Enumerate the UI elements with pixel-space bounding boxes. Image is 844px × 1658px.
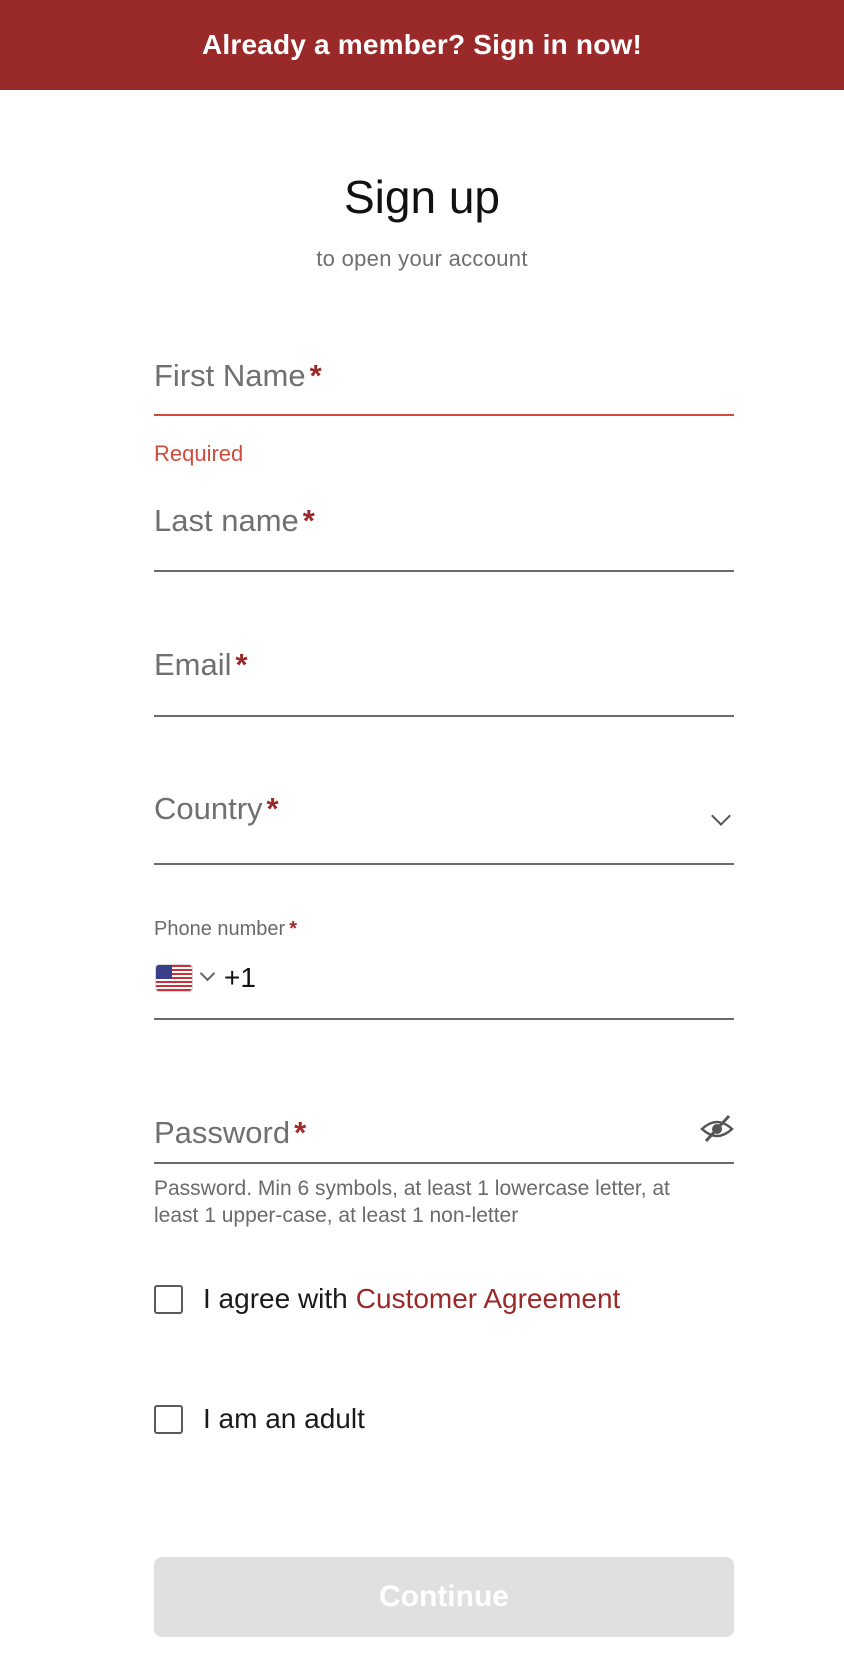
first-name-error: Required: [154, 441, 244, 466]
adult-text: I am an adult: [203, 1403, 365, 1434]
last-name-field[interactable]: Last name *: [154, 503, 734, 572]
password-field[interactable]: Password *: [154, 1113, 734, 1165]
required-mark: *: [302, 503, 315, 538]
first-name-label: First Name *: [154, 358, 322, 393]
eye-off-icon[interactable]: [700, 1113, 734, 1143]
agreement-text: I agree with: [203, 1283, 348, 1314]
required-mark: *: [289, 918, 297, 940]
sign-in-banner[interactable]: Already a member? Sign in now!: [0, 0, 844, 90]
required-mark: *: [266, 791, 279, 826]
email-underline: [154, 715, 734, 717]
email-field[interactable]: Email *: [154, 647, 734, 717]
password-hint: Password. Min 6 symbols, at least 1 lowe…: [154, 1177, 670, 1227]
first-name-underline: [154, 414, 734, 416]
last-name-underline: [154, 570, 734, 572]
us-flag-icon[interactable]: [156, 965, 192, 991]
agreement-row: I agree with Customer Agreement: [154, 1283, 620, 1315]
agreement-checkbox[interactable]: [154, 1284, 183, 1314]
adult-checkbox[interactable]: [154, 1404, 183, 1434]
sign-in-banner-text[interactable]: Already a member? Sign in now!: [202, 29, 642, 61]
page-subtitle: to open your account: [316, 246, 528, 271]
country-select[interactable]: Country *: [154, 791, 734, 866]
email-label: Email *: [154, 647, 248, 682]
customer-agreement-link[interactable]: Customer Agreement: [356, 1283, 621, 1315]
flag-canton: [156, 965, 172, 979]
country-underline: [154, 863, 734, 865]
phone-label: Phone number *: [154, 918, 297, 940]
required-mark: *: [294, 1115, 307, 1150]
required-mark: *: [235, 647, 248, 682]
phone-field[interactable]: Phone number * +1: [154, 918, 734, 1022]
phone-underline: [154, 1018, 734, 1020]
last-name-label: Last name *: [154, 503, 315, 538]
country-label: Country *: [154, 791, 279, 826]
continue-button[interactable]: Continue: [154, 1557, 734, 1637]
required-mark: *: [309, 358, 322, 393]
page-title: Sign up: [343, 171, 500, 223]
phone-code[interactable]: +1: [224, 962, 256, 994]
chevron-down-icon[interactable]: [711, 806, 731, 826]
password-label: Password *: [154, 1115, 307, 1150]
first-name-field[interactable]: First Name *: [154, 358, 734, 418]
adult-row: I am an adult: [154, 1403, 365, 1435]
chevron-down-icon[interactable]: [199, 965, 216, 982]
password-underline: [154, 1162, 734, 1164]
